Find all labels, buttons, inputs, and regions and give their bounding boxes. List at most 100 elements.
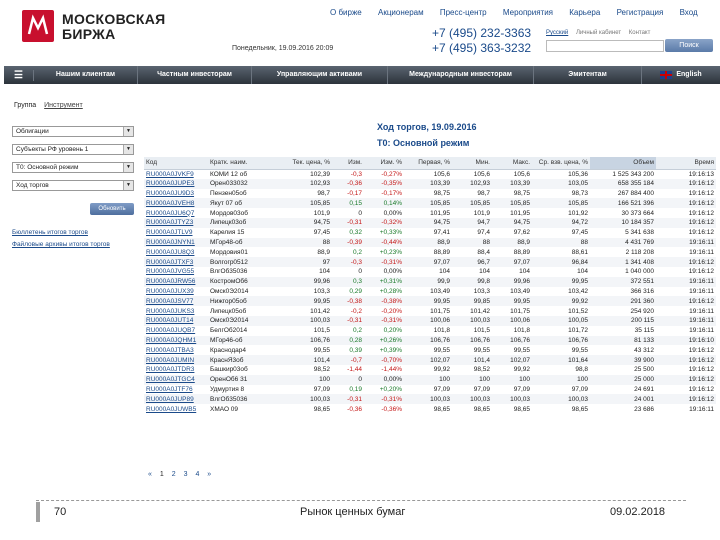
nav-private-investors[interactable]: Частным инвесторам bbox=[138, 66, 252, 84]
cell-col-code[interactable]: RU000A0JTBA3 bbox=[144, 345, 208, 355]
header-col-low[interactable]: Мин. bbox=[452, 157, 492, 170]
pager-page-4[interactable]: 4 bbox=[195, 471, 199, 478]
cell-col-change-pct: 0,20% bbox=[383, 327, 402, 335]
cell-col-code[interactable]: RU000A0JVG55 bbox=[144, 267, 208, 277]
tab-group[interactable]: Группа bbox=[14, 102, 36, 109]
lang-link-contact[interactable]: Контакт bbox=[629, 30, 651, 36]
cell-col-time: 19:16:11 bbox=[689, 307, 714, 315]
cell-col-code[interactable]: RU000A0JRW56 bbox=[144, 276, 208, 287]
cell-col-code[interactable]: RU000A0JTYZ3 bbox=[144, 217, 208, 228]
moex-logo[interactable] bbox=[22, 10, 54, 42]
cell-col-code[interactable]: RU000A0JU6Q7 bbox=[144, 208, 208, 218]
topnav-shareholders[interactable]: Акционерам bbox=[378, 8, 424, 17]
select-mode[interactable]: Т0: Основной режим ▼ bbox=[12, 162, 134, 173]
header-col-short-name[interactable]: Кратк. наим. bbox=[208, 157, 278, 170]
search-input[interactable] bbox=[546, 40, 664, 52]
table-row: RU000A0JUT14 Омск0Э2014 100,03 -0,31 -0,31% 1… bbox=[144, 315, 716, 326]
cell-col-high: 97,07 bbox=[492, 257, 532, 267]
header-col-change-pct[interactable]: Изм. % bbox=[364, 157, 404, 170]
menu-icon[interactable]: ☰ bbox=[4, 69, 34, 81]
cell-col-time: 19:16:12 bbox=[656, 178, 716, 189]
cell-col-low: 98,52 bbox=[473, 366, 490, 374]
cell-col-time: 19:16:12 bbox=[688, 268, 714, 276]
header-col-current-price[interactable]: Тек. цена, % bbox=[278, 157, 332, 170]
header-col-wavg[interactable]: Ср. взв. цена, % bbox=[532, 157, 590, 170]
cell-col-code[interactable]: RU000A0JUX39 bbox=[144, 287, 208, 297]
cell-col-change-pct: -0,35% bbox=[364, 178, 404, 189]
topnav-press[interactable]: Пресс-центр bbox=[440, 8, 487, 17]
cell-col-volume: 291 360 bbox=[590, 296, 656, 307]
cell-col-short-name: Орен033032 bbox=[208, 178, 278, 189]
cell-col-code[interactable]: RU000A0JUPE3 bbox=[144, 178, 208, 189]
cell-col-code[interactable]: RU000A0JUQB7 bbox=[144, 326, 208, 336]
cell-col-wavg: 99,92 bbox=[532, 296, 590, 307]
cell-col-time: 19:16:13 bbox=[688, 170, 714, 178]
cell-col-volume: 25 000 bbox=[590, 374, 656, 385]
cell-col-code[interactable]: RU000A0JUKS3 bbox=[144, 306, 208, 316]
cell-col-code[interactable]: RU000A0JUP89 bbox=[144, 394, 208, 405]
cell-col-change-pct: -1,44% bbox=[381, 366, 402, 374]
table-row: RU000A0JQHM1 МГор46-об 106,76 0,28 +0,26% 106… bbox=[144, 335, 716, 346]
pager-prev[interactable]: « bbox=[148, 471, 152, 478]
header-col-volume[interactable]: Объем bbox=[590, 157, 656, 170]
lang-link-cabinet[interactable]: Личный кабинет bbox=[576, 30, 621, 36]
cell-col-code[interactable]: RU000A0JUMIN bbox=[144, 355, 208, 365]
refresh-button[interactable]: Обновить bbox=[90, 203, 134, 215]
pager-page-2[interactable]: 2 bbox=[172, 471, 176, 478]
cell-col-code[interactable]: RU000A0JVEH8 bbox=[144, 198, 208, 209]
chevron-down-icon: ▼ bbox=[123, 163, 133, 172]
header-col-time[interactable]: Время bbox=[656, 157, 716, 170]
cell-col-code[interactable]: RU000A0JU9D3 bbox=[144, 189, 208, 199]
search-button[interactable]: Поиск bbox=[665, 39, 713, 52]
tab-instrument[interactable]: Инструмент bbox=[44, 102, 83, 109]
pagination: « 1 2 3 4 » bbox=[148, 471, 217, 478]
link-file-archives[interactable]: Файловые архивы итогов торгов bbox=[12, 241, 110, 248]
topnav-career[interactable]: Карьера bbox=[569, 8, 600, 17]
pager-page-1[interactable]: 1 bbox=[160, 471, 164, 478]
cell-col-time: 19:16:12 bbox=[688, 189, 714, 197]
link-bulletin[interactable]: Бюллетень итогов торгов bbox=[12, 229, 88, 236]
cell-col-time: 19:16:12 bbox=[688, 366, 714, 374]
cell-col-code[interactable]: RU000A0JSV77 bbox=[144, 296, 208, 307]
cell-col-code[interactable]: RU000A0JNYN1 bbox=[144, 237, 208, 248]
topnav-register[interactable]: Регистрация bbox=[617, 8, 664, 17]
pager-page-3[interactable]: 3 bbox=[184, 471, 188, 478]
cell-col-code[interactable]: RU000A0JTGC4 bbox=[144, 374, 208, 385]
select-market[interactable]: Облигации ▼ bbox=[12, 126, 134, 137]
cell-col-high: 100,06 bbox=[492, 315, 532, 326]
cell-col-code[interactable]: RU000A0JTLV9 bbox=[144, 228, 208, 238]
cell-col-time: 19:16:11 bbox=[689, 327, 714, 335]
select-segment[interactable]: Субъекты РФ уровень 1 ▼ bbox=[12, 144, 134, 155]
cell-col-code[interactable]: RU000A0JTXF3 bbox=[144, 257, 208, 267]
cell-col-change: 0 bbox=[358, 268, 362, 276]
header-col-change[interactable]: Изм. bbox=[332, 157, 364, 170]
nav-clients[interactable]: Нашим клиентам bbox=[34, 66, 138, 84]
pager-next[interactable]: » bbox=[207, 471, 211, 478]
cell-col-volume: 10 184 357 bbox=[590, 217, 656, 228]
topnav-login[interactable]: Вход bbox=[680, 8, 698, 17]
nav-english[interactable]: English bbox=[642, 66, 720, 84]
cell-col-code[interactable]: RU000A0JVKF9 bbox=[144, 169, 208, 179]
cell-col-code[interactable]: RU000A0JU8Q3 bbox=[144, 247, 208, 257]
cell-col-current-price: 101,9 bbox=[313, 209, 330, 217]
cell-col-current-price: 106,76 bbox=[278, 335, 332, 346]
header-col-code[interactable]: Код bbox=[144, 157, 208, 170]
select-market-value: Облигации bbox=[16, 128, 49, 135]
header-col-open[interactable]: Первая, % bbox=[404, 157, 452, 170]
lang-link-russian[interactable]: Русский bbox=[546, 30, 568, 36]
nav-asset-managers[interactable]: Управляющим активами bbox=[252, 66, 388, 84]
cell-col-code[interactable]: RU000A0JQHM1 bbox=[144, 335, 208, 346]
cell-col-code[interactable]: RU000A0JTDR3 bbox=[144, 365, 208, 375]
cell-col-change-pct: +0,39% bbox=[379, 346, 402, 354]
header-col-high[interactable]: Макс. bbox=[492, 157, 532, 170]
nav-intl-investors[interactable]: Международным инвесторам bbox=[388, 66, 534, 84]
select-view[interactable]: Ход торгов ▼ bbox=[12, 180, 134, 191]
cell-col-wavg: 101,52 bbox=[568, 307, 588, 315]
topnav-events[interactable]: Мероприятия bbox=[503, 8, 553, 17]
topnav-about[interactable]: О бирже bbox=[330, 8, 362, 17]
cell-col-code[interactable]: RU000A0JTF76 bbox=[144, 385, 208, 395]
cell-col-code[interactable]: RU000A0JUWB5 bbox=[144, 404, 208, 414]
cell-col-code[interactable]: RU000A0JUT14 bbox=[144, 315, 208, 326]
cell-col-change-pct: +0,23% bbox=[379, 248, 402, 256]
nav-issuers[interactable]: Эмитентам bbox=[534, 66, 642, 84]
